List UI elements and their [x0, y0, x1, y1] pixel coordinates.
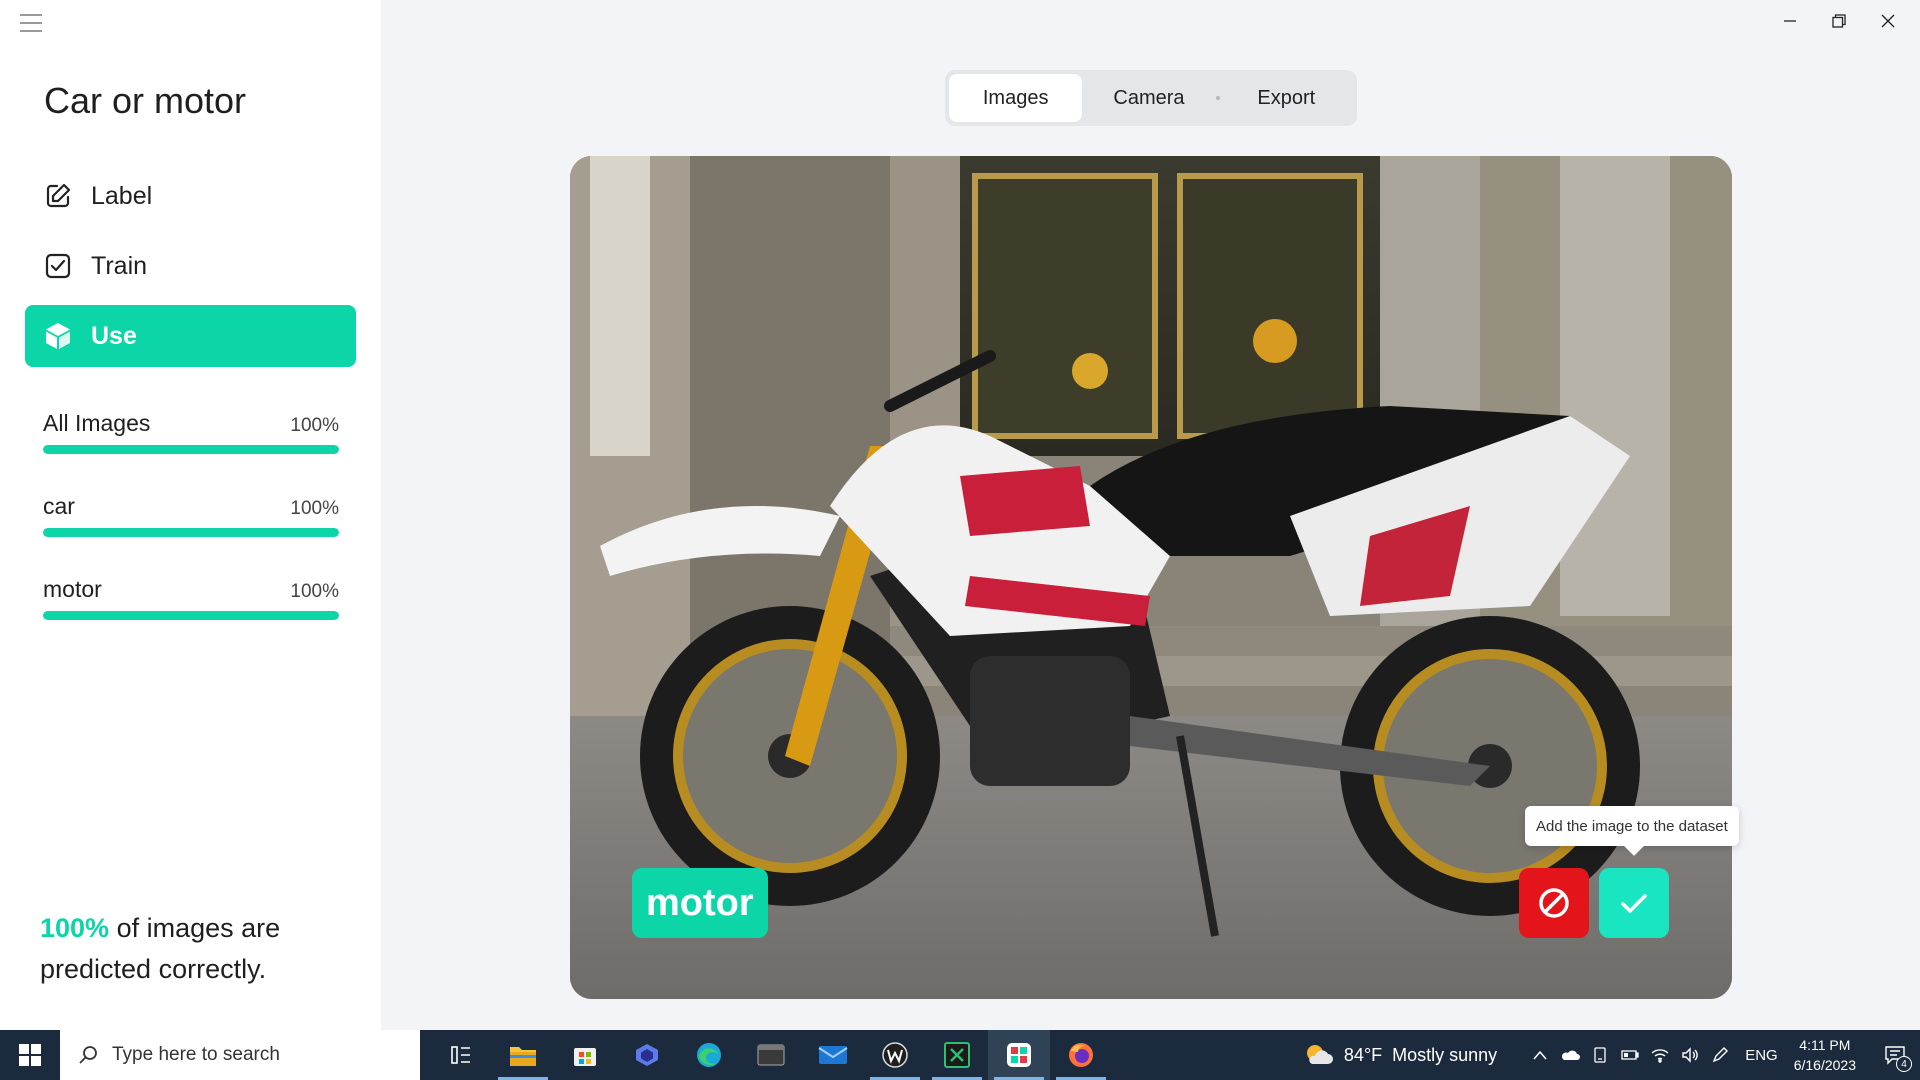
close-icon: [1881, 14, 1895, 28]
nav-item-label-text: Label: [91, 181, 153, 210]
weather-text: Mostly sunny: [1392, 1044, 1498, 1065]
stat-percent: 100%: [290, 415, 339, 436]
stat-motor: motor 100%: [43, 576, 339, 620]
cube-icon: [43, 321, 73, 351]
accept-button[interactable]: [1599, 868, 1669, 938]
terminal-icon: [757, 1044, 785, 1066]
weather-temp: 84°F: [1343, 1044, 1383, 1065]
store-icon: [574, 1048, 596, 1066]
clock-date: 6/16/2023: [1793, 1057, 1856, 1073]
sun-cloud-icon: [1306, 1045, 1333, 1064]
reject-button[interactable]: [1519, 868, 1589, 938]
stat-progress-bar: [43, 445, 339, 454]
w-app-icon: [882, 1042, 908, 1068]
restore-button[interactable]: [1815, 0, 1863, 42]
chevron-up-icon[interactable]: [1527, 1030, 1553, 1080]
taskbar-app-terminal[interactable]: [740, 1030, 802, 1080]
stat-name: motor: [43, 576, 102, 602]
search-placeholder: Type here to search: [112, 1044, 280, 1065]
search-icon: [79, 1046, 97, 1064]
taskbar-app-firefox[interactable]: [1050, 1030, 1112, 1080]
tab-camera[interactable]: Camera: [1082, 74, 1215, 122]
task-view-icon: [451, 1046, 470, 1064]
image-preview: motor: [570, 156, 1732, 999]
stat-car: car 100%: [43, 493, 339, 537]
firefox-icon: [1069, 1043, 1093, 1067]
block-icon: [1539, 888, 1569, 918]
tab-images[interactable]: Images: [949, 74, 1083, 122]
tab-export[interactable]: Export: [1220, 74, 1353, 122]
add-to-dataset-tooltip: Add the image to the dataset: [1525, 806, 1739, 846]
taskbar-app-copilot[interactable]: [616, 1030, 678, 1080]
stat-progress-fill: [43, 445, 339, 454]
taskbar-app-file-explorer[interactable]: [492, 1030, 554, 1080]
edit-icon: [43, 181, 73, 211]
notification-count: 4: [1896, 1056, 1912, 1072]
stat-progress-fill: [43, 528, 339, 537]
minimize-icon: [1784, 20, 1796, 22]
check-icon: [1621, 894, 1647, 913]
device-icon[interactable]: [1587, 1030, 1613, 1080]
battery-icon[interactable]: [1617, 1030, 1643, 1080]
stat-progress-bar: [43, 611, 339, 620]
weather-widget[interactable]: 84°F Mostly sunny: [1304, 1042, 1497, 1068]
system-tray: 84°F Mostly sunny ENG 4:11 PM 6/16/2023: [1304, 1030, 1920, 1080]
taskbar-search-box[interactable]: Type here to search: [60, 1030, 420, 1080]
accuracy-summary: 100% of images are predicted correctly.: [40, 908, 340, 990]
nav-item-train-text: Train: [91, 251, 148, 280]
taskbar-app-mail[interactable]: [802, 1030, 864, 1080]
stat-progress-bar: [43, 528, 339, 537]
clock-time: 4:11 PM: [1799, 1037, 1851, 1053]
hamburger-menu-icon[interactable]: [20, 14, 42, 32]
wifi-icon[interactable]: [1647, 1030, 1673, 1080]
restore-icon: [1832, 14, 1846, 28]
folder-icon: [510, 1047, 536, 1066]
accuracy-value: 100%: [40, 913, 110, 943]
nav-item-use[interactable]: Use: [25, 305, 356, 367]
taskbar-app-edge[interactable]: [678, 1030, 740, 1080]
app-title: Car or motor: [44, 80, 247, 121]
spreadsheet-icon: [944, 1042, 970, 1068]
notification-center-button[interactable]: 4: [1870, 1030, 1920, 1080]
nav-item-use-text: Use: [91, 321, 137, 350]
taskbar-app-car-or-motor[interactable]: [988, 1030, 1050, 1080]
edge-icon: [697, 1043, 721, 1067]
stat-progress-fill: [43, 611, 339, 620]
lobe-app-icon: [1007, 1043, 1031, 1067]
copilot-icon: [636, 1044, 658, 1066]
taskbar: Type here to search 84°F Mostly sunny EN…: [0, 1030, 1920, 1080]
stat-percent: 100%: [290, 581, 339, 602]
taskbar-app-wordpad[interactable]: [864, 1030, 926, 1080]
stat-percent: 100%: [290, 498, 339, 519]
stat-name: All Images: [43, 410, 151, 436]
sidebar: Car or motor Label Train Use All Images …: [0, 0, 381, 1030]
stat-name: car: [43, 493, 75, 519]
taskbar-app-store[interactable]: [554, 1030, 616, 1080]
minimize-button[interactable]: [1766, 0, 1814, 42]
view-tabs: Images Camera Export: [945, 70, 1357, 126]
checkbox-icon: [43, 251, 73, 281]
taskbar-app-lobe[interactable]: [926, 1030, 988, 1080]
input-language[interactable]: ENG: [1745, 1047, 1778, 1064]
volume-icon[interactable]: [1677, 1030, 1703, 1080]
stat-all-images: All Images 100%: [43, 410, 339, 454]
task-view-button[interactable]: [430, 1030, 492, 1080]
nav-item-label[interactable]: Label: [25, 165, 356, 227]
pen-icon[interactable]: [1707, 1030, 1733, 1080]
windows-logo-icon: [19, 1044, 41, 1066]
taskbar-clock[interactable]: 4:11 PM 6/16/2023: [1794, 1035, 1856, 1075]
start-button[interactable]: [0, 1030, 60, 1080]
close-button[interactable]: [1864, 0, 1912, 42]
mail-icon: [818, 1046, 848, 1064]
onedrive-icon[interactable]: [1557, 1030, 1583, 1080]
prediction-label: motor: [632, 868, 768, 938]
nav-item-train[interactable]: Train: [25, 235, 356, 297]
